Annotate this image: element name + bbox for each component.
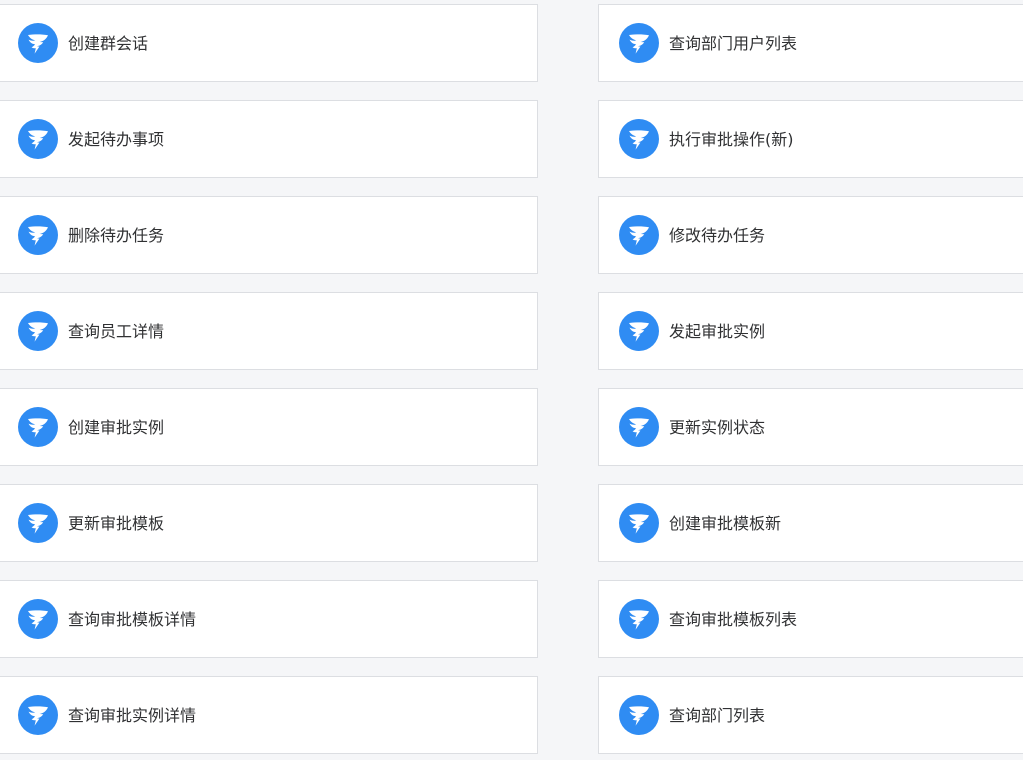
action-card-label: 创建审批模板新 xyxy=(669,514,782,533)
action-card-right-8[interactable]: 查询部门列表 xyxy=(598,676,1023,754)
dingtalk-wing-icon xyxy=(18,215,58,255)
action-card-left-1[interactable]: 创建群会话 xyxy=(0,4,538,82)
action-card-right-4[interactable]: 发起审批实例 xyxy=(598,292,1023,370)
dingtalk-wing-icon xyxy=(619,599,659,639)
dingtalk-wing-icon xyxy=(18,119,58,159)
action-card-label: 更新审批模板 xyxy=(68,514,165,533)
action-card-right-6[interactable]: 创建审批模板新 xyxy=(598,484,1023,562)
dingtalk-wing-icon xyxy=(18,503,58,543)
action-card-label: 修改待办任务 xyxy=(669,226,766,245)
dingtalk-wing-icon xyxy=(619,119,659,159)
action-card-left-2[interactable]: 发起待办事项 xyxy=(0,100,538,178)
action-card-label: 查询员工详情 xyxy=(68,322,165,341)
dingtalk-wing-icon xyxy=(619,23,659,63)
action-card-label: 删除待办任务 xyxy=(68,226,165,245)
action-card-right-7[interactable]: 查询审批模板列表 xyxy=(598,580,1023,658)
dingtalk-wing-icon xyxy=(18,311,58,351)
dingtalk-wing-icon xyxy=(18,407,58,447)
dingtalk-wing-icon xyxy=(619,215,659,255)
dingtalk-wing-icon xyxy=(619,695,659,735)
action-card-right-5[interactable]: 更新实例状态 xyxy=(598,388,1023,466)
dingtalk-wing-icon xyxy=(619,407,659,447)
action-card-label: 查询部门用户列表 xyxy=(669,34,798,53)
action-card-label: 更新实例状态 xyxy=(669,418,766,437)
action-card-left-3[interactable]: 删除待办任务 xyxy=(0,196,538,274)
action-card-left-8[interactable]: 查询审批实例详情 xyxy=(0,676,538,754)
action-card-right-3[interactable]: 修改待办任务 xyxy=(598,196,1023,274)
dingtalk-wing-icon xyxy=(18,599,58,639)
action-card-label: 查询审批模板列表 xyxy=(669,610,798,629)
action-card-label: 创建群会话 xyxy=(68,34,149,53)
action-card-right-2[interactable]: 执行审批操作(新) xyxy=(598,100,1023,178)
action-card-left-6[interactable]: 更新审批模板 xyxy=(0,484,538,562)
action-card-left-5[interactable]: 创建审批实例 xyxy=(0,388,538,466)
action-card-left-7[interactable]: 查询审批模板详情 xyxy=(0,580,538,658)
action-card-grid: 创建群会话 发起待办事项 删除待办任务 查询员工详情 创建审批实例 更新审批模板… xyxy=(0,0,1023,760)
dingtalk-wing-icon xyxy=(18,23,58,63)
action-card-label: 发起审批实例 xyxy=(669,322,766,341)
dingtalk-wing-icon xyxy=(18,695,58,735)
dingtalk-wing-icon xyxy=(619,503,659,543)
action-card-label: 发起待办事项 xyxy=(68,130,165,149)
dingtalk-wing-icon xyxy=(619,311,659,351)
action-card-label: 查询审批实例详情 xyxy=(68,706,197,725)
action-card-right-1[interactable]: 查询部门用户列表 xyxy=(598,4,1023,82)
action-card-label: 执行审批操作(新) xyxy=(669,130,794,149)
action-card-label: 查询部门列表 xyxy=(669,706,766,725)
action-card-label: 创建审批实例 xyxy=(68,418,165,437)
action-card-label: 查询审批模板详情 xyxy=(68,610,197,629)
action-card-left-4[interactable]: 查询员工详情 xyxy=(0,292,538,370)
